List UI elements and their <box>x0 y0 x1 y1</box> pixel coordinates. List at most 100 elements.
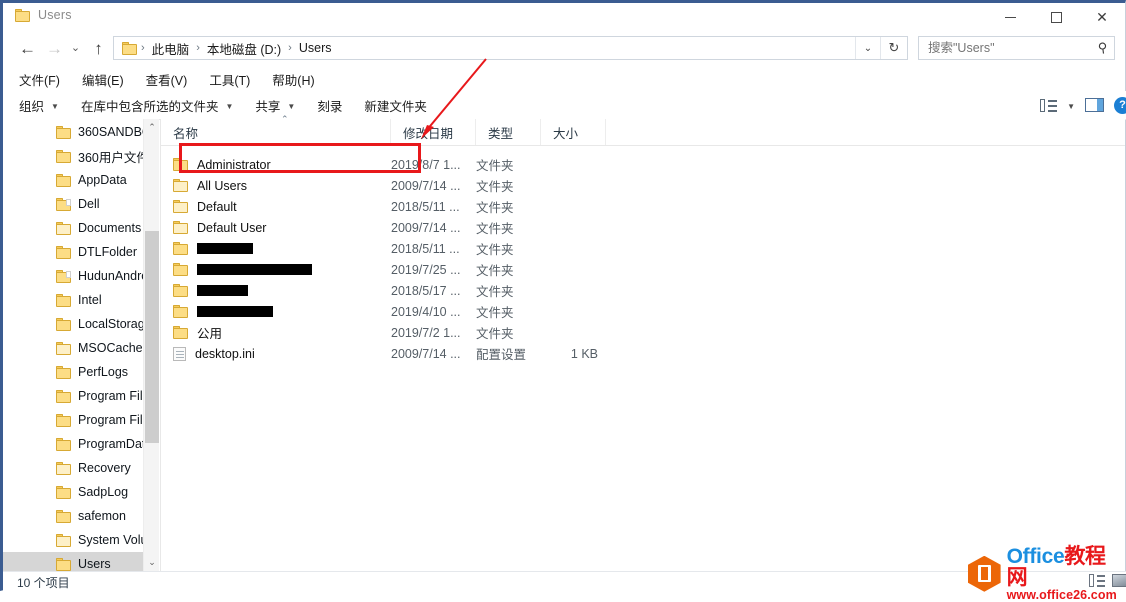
menu-edit[interactable]: 编辑(E) <box>80 68 126 91</box>
table-row[interactable]: 2018/5/11 ... 文件夹 <box>161 238 1125 259</box>
file-date-cell: 2018/5/11 ... <box>391 199 460 214</box>
menu-view[interactable]: 查看(V) <box>144 68 190 91</box>
sidebar-item-recovery[interactable]: Recovery <box>3 456 143 480</box>
table-row[interactable]: 2019/7/25 ... 文件夹 <box>161 259 1125 280</box>
sidebar-item-hudunandro[interactable]: HudunAndro <box>3 264 143 288</box>
scroll-down-icon[interactable]: ⌄ <box>144 554 160 571</box>
file-name-label: All Users <box>197 178 248 193</box>
column-header-date[interactable]: 修改日期 <box>391 119 476 145</box>
chevron-down-icon: ⌄ <box>863 42 873 54</box>
scrollbar-thumb[interactable] <box>145 231 159 443</box>
sidebar-item-dtlfolder[interactable]: DTLFolder <box>3 240 143 264</box>
breadcrumb-item-2[interactable]: Users <box>296 40 335 56</box>
file-name-label: Default <box>197 199 237 214</box>
change-view-icon[interactable] <box>1040 98 1058 112</box>
redacted-file-name <box>197 264 312 275</box>
folder-icon <box>56 413 71 427</box>
sidebar-item-msocache[interactable]: MSOCache <box>3 336 143 360</box>
sidebar-item-program-file[interactable]: Program File <box>3 408 143 432</box>
status-view-buttons <box>1089 574 1126 587</box>
table-row[interactable]: Default User 2009/7/14 ... 文件夹 <box>161 217 1125 238</box>
table-row[interactable]: All Users 2009/7/14 ... 文件夹 <box>161 175 1125 196</box>
column-header-size[interactable]: 大小 <box>541 119 606 145</box>
sidebar-item-safemon[interactable]: safemon <box>3 504 143 528</box>
recent-locations-button[interactable]: ⌄ <box>63 36 88 61</box>
column-header-type-label: 类型 <box>488 126 514 141</box>
view-dropdown-icon[interactable]: ▼ <box>1067 102 1075 111</box>
organize-button[interactable]: 组织 ▼ <box>19 96 59 115</box>
sidebar-item-system-volu[interactable]: System Volu <box>3 528 143 552</box>
refresh-button[interactable]: ↻ <box>880 37 907 59</box>
file-name-label: Default User <box>197 220 267 235</box>
chevron-down-icon: ⌄ <box>70 42 81 54</box>
sidebar-item-sadplog[interactable]: SadpLog <box>3 480 143 504</box>
search-box[interactable]: ⚲ <box>918 36 1115 60</box>
sidebar-item-label: LocalStorag <box>78 317 143 331</box>
preview-pane-icon[interactable] <box>1085 98 1104 112</box>
breadcrumb-item-1[interactable]: 本地磁盘 (D:) <box>204 38 284 59</box>
command-bar: 组织 ▼ 在库中包含所选的文件夹 ▼ 共享 ▼ 刻录 新建文件夹 ▼ ? <box>3 91 1126 120</box>
chevron-down-icon: ▼ <box>225 101 234 111</box>
share-button[interactable]: 共享 ▼ <box>255 96 295 115</box>
large-icons-view-icon[interactable] <box>1112 574 1126 587</box>
window-title-group: Users <box>15 8 72 22</box>
ini-file-icon <box>173 346 186 361</box>
close-button[interactable]: ✕ <box>1079 3 1125 32</box>
sidebar-item-intel[interactable]: Intel <box>3 288 143 312</box>
back-button[interactable]: ← <box>15 36 40 61</box>
table-row[interactable]: 公用 2019/7/2 1... 文件夹 <box>161 322 1125 343</box>
file-date-cell: 2019/7/25 ... <box>391 262 461 277</box>
table-row[interactable]: 2019/4/10 ... 文件夹 <box>161 301 1125 322</box>
sidebar-item-label: HudunAndro <box>78 269 143 283</box>
file-date-cell: 2018/5/11 ... <box>391 241 460 256</box>
file-name-cell <box>161 284 391 297</box>
table-row[interactable]: Administrator 2019/8/7 1... 文件夹 <box>161 154 1125 175</box>
burn-button[interactable]: 刻录 <box>317 96 342 115</box>
sidebar-item-360sandbo[interactable]: 360SANDBO <box>3 120 143 144</box>
sidebar-item-360[interactable]: 360用户文件 <box>3 144 143 168</box>
file-date-cell: 2009/7/14 ... <box>391 178 461 193</box>
address-dropdown-button[interactable]: ⌄ <box>855 37 880 59</box>
sidebar-item-perflogs[interactable]: PerfLogs <box>3 360 143 384</box>
scroll-up-icon[interactable]: ⌃ <box>144 119 160 136</box>
search-input[interactable] <box>928 41 1099 55</box>
include-in-library-button[interactable]: 在库中包含所选的文件夹 ▼ <box>81 96 233 115</box>
details-view-icon[interactable] <box>1089 574 1105 587</box>
sidebar-item-label: Intel <box>78 293 102 307</box>
command-bar-right-group: ▼ ? <box>1040 91 1126 119</box>
breadcrumb-item-0[interactable]: 此电脑 <box>149 38 193 59</box>
file-date-cell: 2019/4/10 ... <box>391 304 461 319</box>
sidebar-item-label: safemon <box>78 509 126 523</box>
sidebar-item-program-file[interactable]: Program File <box>3 384 143 408</box>
navigation-scrollbar[interactable]: ⌃ ⌄ <box>143 119 159 571</box>
file-name-cell: desktop.ini <box>161 346 391 361</box>
file-type-cell: 文件夹 <box>476 201 514 215</box>
minimize-button[interactable] <box>987 3 1033 32</box>
file-name-label: 公用 <box>197 327 223 341</box>
sidebar-item-dell[interactable]: Dell <box>3 192 143 216</box>
new-folder-button[interactable]: 新建文件夹 <box>364 96 427 115</box>
navigation-pane[interactable]: 360SANDBO 360用户文件 AppData Dell Documents DTL… <box>3 119 143 571</box>
menu-tools[interactable]: 工具(T) <box>207 68 252 91</box>
menu-file[interactable]: 文件(F) <box>17 68 62 91</box>
table-row[interactable]: Default 2018/5/11 ... 文件夹 <box>161 196 1125 217</box>
folder-icon <box>56 341 71 355</box>
column-header-type[interactable]: 类型 <box>476 119 541 145</box>
sidebar-item-documents[interactable]: Documents <box>3 216 143 240</box>
sidebar-item-label: Users <box>78 557 111 571</box>
help-icon[interactable]: ? <box>1114 96 1126 114</box>
menu-help[interactable]: 帮助(H) <box>270 68 316 91</box>
table-row[interactable]: desktop.ini 2009/7/14 ... 配置设置 1 KB <box>161 343 1125 364</box>
title-bar: Users ✕ <box>3 3 1125 32</box>
table-row[interactable]: 2018/5/17 ... 文件夹 <box>161 280 1125 301</box>
sidebar-item-programdat[interactable]: ProgramDat <box>3 432 143 456</box>
sidebar-item-appdata[interactable]: AppData <box>3 168 143 192</box>
up-button[interactable]: ↑ <box>86 36 111 61</box>
file-date-cell: 2019/8/7 1... <box>391 157 461 172</box>
address-bar[interactable]: › 此电脑 › 本地磁盘 (D:) › Users ⌄ ↻ <box>113 36 908 60</box>
column-header-name[interactable]: 名称 ⌃ <box>161 114 391 145</box>
maximize-button[interactable] <box>1033 3 1079 32</box>
file-list-pane[interactable]: 名称 ⌃ 修改日期 类型 大小 Administrator 2019/8/7 1.… <box>161 114 1125 571</box>
sidebar-item-localstorag[interactable]: LocalStorag <box>3 312 143 336</box>
sidebar-item-users[interactable]: Users <box>3 552 143 571</box>
